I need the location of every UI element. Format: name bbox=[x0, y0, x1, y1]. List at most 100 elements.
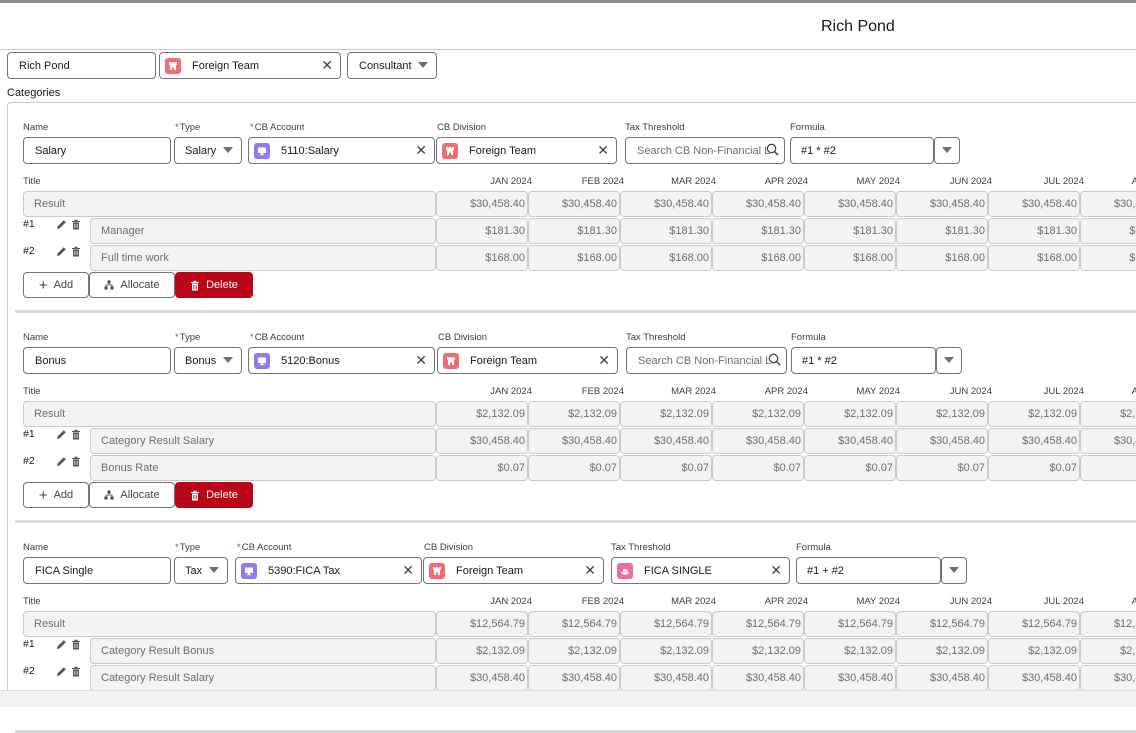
edit-icon[interactable] bbox=[56, 639, 67, 653]
factor-value-cell[interactable]: $168.00 bbox=[528, 245, 620, 271]
factor-value-cell[interactable]: $0.07 bbox=[1080, 455, 1136, 481]
factor-value-cell[interactable]: $30,458.40 bbox=[712, 428, 804, 454]
factor-value-cell[interactable]: $181.30 bbox=[620, 218, 712, 244]
tax-threshold-search[interactable]: Search CB Non-Financial L bbox=[625, 137, 785, 164]
factor-value-cell[interactable]: $2,132.09 bbox=[528, 638, 620, 664]
edit-icon[interactable] bbox=[56, 429, 67, 443]
factor-value-cell[interactable]: $2,132.09 bbox=[988, 638, 1080, 664]
factor-value-cell[interactable]: $0.07 bbox=[528, 455, 620, 481]
formula-dropdown-button[interactable] bbox=[934, 137, 960, 164]
factor-value-cell[interactable]: $30,458.40 bbox=[988, 665, 1080, 691]
factor-value-cell[interactable]: $30,458.40 bbox=[804, 428, 896, 454]
delete-button[interactable]: Delete bbox=[175, 482, 253, 508]
factor-value-cell[interactable]: $0.07 bbox=[896, 455, 988, 481]
factor-value-cell[interactable]: $2,132.09 bbox=[712, 638, 804, 664]
factor-value-cell[interactable]: $30,458.40 bbox=[1080, 428, 1136, 454]
factor-value-cell[interactable]: $181.30 bbox=[896, 218, 988, 244]
division-lookup[interactable]: Foreign Team ✕ bbox=[159, 52, 341, 79]
factor-value-cell[interactable]: $181.30 bbox=[988, 218, 1080, 244]
cb-account-lookup[interactable]: 5390:FICA Tax ✕ bbox=[235, 557, 422, 584]
factor-title-cell[interactable]: Manager bbox=[90, 218, 436, 244]
add-button[interactable]: + Add bbox=[23, 272, 89, 298]
clear-icon[interactable]: ✕ bbox=[402, 562, 414, 579]
trash-icon[interactable] bbox=[71, 456, 81, 470]
factor-value-cell[interactable]: $2,132.09 bbox=[1080, 638, 1136, 664]
factor-value-cell[interactable]: $0.07 bbox=[436, 455, 528, 481]
factor-value-cell[interactable]: $30,458.40 bbox=[896, 428, 988, 454]
factor-value-cell[interactable]: $181.30 bbox=[528, 218, 620, 244]
type-select[interactable]: Salary bbox=[174, 137, 242, 164]
clear-icon[interactable]: ✕ bbox=[597, 142, 609, 159]
cb-division-lookup[interactable]: Foreign Team ✕ bbox=[437, 347, 618, 374]
factor-value-cell[interactable]: $30,458.40 bbox=[988, 428, 1080, 454]
clear-icon[interactable]: ✕ bbox=[415, 352, 427, 369]
factor-value-cell[interactable]: $30,458.40 bbox=[804, 665, 896, 691]
factor-value-cell[interactable]: $181.30 bbox=[436, 218, 528, 244]
tax-threshold-lookup[interactable]: FICA SINGLE ✕ bbox=[611, 557, 790, 584]
allocate-button[interactable]: Allocate bbox=[89, 482, 175, 508]
factor-value-cell[interactable]: $181.30 bbox=[712, 218, 804, 244]
category-name-field[interactable]: Salary bbox=[23, 137, 171, 164]
formula-field[interactable]: #1 + #2 bbox=[796, 557, 941, 584]
factor-value-cell[interactable]: $30,458.40 bbox=[620, 665, 712, 691]
factor-value-cell[interactable]: $30,458.40 bbox=[896, 665, 988, 691]
factor-title-cell[interactable]: Category Result Salary bbox=[90, 665, 436, 691]
formula-field[interactable]: #1 * #2 bbox=[790, 137, 934, 164]
type-select[interactable]: Tax bbox=[174, 557, 228, 584]
factor-value-cell[interactable]: $30,458.40 bbox=[1080, 665, 1136, 691]
trash-icon[interactable] bbox=[71, 219, 81, 233]
employee-name-field[interactable]: Rich Pond bbox=[7, 52, 156, 79]
factor-value-cell[interactable]: $181.30 bbox=[1080, 218, 1136, 244]
factor-title-cell[interactable]: Category Result Salary bbox=[90, 428, 436, 454]
factor-title-cell[interactable]: Bonus Rate bbox=[90, 455, 436, 481]
factor-title-cell[interactable]: Category Result Bonus bbox=[90, 638, 436, 664]
factor-value-cell[interactable]: $30,458.40 bbox=[436, 428, 528, 454]
formula-dropdown-button[interactable] bbox=[936, 347, 962, 374]
factor-value-cell[interactable]: $30,458.40 bbox=[528, 428, 620, 454]
allocate-button[interactable]: Allocate bbox=[89, 272, 175, 298]
formula-dropdown-button[interactable] bbox=[941, 557, 967, 584]
factor-value-cell[interactable]: $168.00 bbox=[436, 245, 528, 271]
clear-icon[interactable]: ✕ bbox=[321, 57, 333, 74]
trash-icon[interactable] bbox=[71, 246, 81, 260]
factor-value-cell[interactable]: $0.07 bbox=[988, 455, 1080, 481]
factor-value-cell[interactable]: $168.00 bbox=[804, 245, 896, 271]
factor-value-cell[interactable]: $30,458.40 bbox=[436, 665, 528, 691]
trash-icon[interactable] bbox=[71, 666, 81, 680]
clear-icon[interactable]: ✕ bbox=[598, 352, 610, 369]
category-name-field[interactable]: FICA Single bbox=[23, 557, 171, 584]
cb-account-lookup[interactable]: 5110:Salary ✕ bbox=[248, 137, 435, 164]
cb-division-lookup[interactable]: Foreign Team ✕ bbox=[423, 557, 604, 584]
cb-division-lookup[interactable]: Foreign Team ✕ bbox=[436, 137, 617, 164]
clear-icon[interactable]: ✕ bbox=[770, 562, 782, 579]
tax-threshold-search[interactable]: Search CB Non-Financial L bbox=[626, 347, 787, 374]
factor-value-cell[interactable]: $168.00 bbox=[620, 245, 712, 271]
factor-value-cell[interactable]: $2,132.09 bbox=[436, 638, 528, 664]
factor-value-cell[interactable]: $168.00 bbox=[988, 245, 1080, 271]
clear-icon[interactable]: ✕ bbox=[584, 562, 596, 579]
role-select[interactable]: Consultant bbox=[347, 52, 437, 79]
factor-value-cell[interactable]: $168.00 bbox=[1080, 245, 1136, 271]
edit-icon[interactable] bbox=[56, 456, 67, 470]
edit-icon[interactable] bbox=[56, 219, 67, 233]
edit-icon[interactable] bbox=[56, 246, 67, 260]
clear-icon[interactable]: ✕ bbox=[415, 142, 427, 159]
factor-value-cell[interactable]: $0.07 bbox=[712, 455, 804, 481]
type-select[interactable]: Bonus bbox=[174, 347, 242, 374]
factor-value-cell[interactable]: $2,132.09 bbox=[896, 638, 988, 664]
factor-value-cell[interactable]: $2,132.09 bbox=[620, 638, 712, 664]
delete-button[interactable]: Delete bbox=[175, 272, 253, 298]
factor-value-cell[interactable]: $168.00 bbox=[896, 245, 988, 271]
factor-value-cell[interactable]: $30,458.40 bbox=[528, 665, 620, 691]
trash-icon[interactable] bbox=[71, 639, 81, 653]
add-button[interactable]: + Add bbox=[23, 482, 89, 508]
edit-icon[interactable] bbox=[56, 666, 67, 680]
factor-value-cell[interactable]: $0.07 bbox=[804, 455, 896, 481]
factor-value-cell[interactable]: $168.00 bbox=[712, 245, 804, 271]
category-name-field[interactable]: Bonus bbox=[23, 347, 171, 374]
factor-title-cell[interactable]: Full time work bbox=[90, 245, 436, 271]
factor-value-cell[interactable]: $30,458.40 bbox=[712, 665, 804, 691]
factor-value-cell[interactable]: $181.30 bbox=[804, 218, 896, 244]
factor-value-cell[interactable]: $30,458.40 bbox=[620, 428, 712, 454]
trash-icon[interactable] bbox=[71, 429, 81, 443]
